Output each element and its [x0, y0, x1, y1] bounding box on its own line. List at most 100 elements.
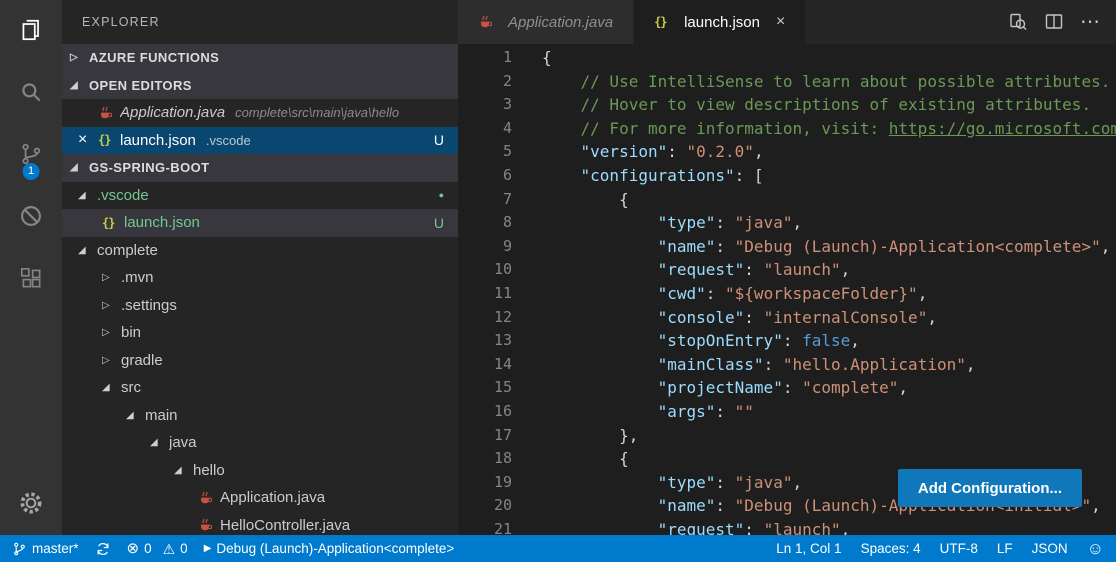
code-line-7[interactable]: 7 {	[458, 188, 1116, 212]
add-configuration-button[interactable]: Add Configuration...	[898, 469, 1082, 507]
cursor-position[interactable]: Ln 1, Col 1	[776, 541, 841, 556]
java-file-icon	[198, 518, 220, 532]
debug-launch-button[interactable]: ▶ Debug (Launch)-Application<complete>	[204, 541, 455, 556]
open-editor-launch-json[interactable]: ×{}launch.json.vscodeU	[62, 127, 458, 155]
open-editor-application-java[interactable]: Application.javacomplete\src\main\java\h…	[62, 99, 458, 127]
code-line-5[interactable]: 5 "version": "0.2.0",	[458, 140, 1116, 164]
code-line-18[interactable]: 18 {	[458, 447, 1116, 471]
settings-gear-icon[interactable]	[7, 481, 55, 525]
status-bar: master* ⊗ 0 ⚠ 0 ▶ Debug (Launch)-Applica…	[0, 535, 1116, 562]
chevron-collapsed-icon[interactable]: ▷	[102, 272, 121, 283]
tree-item-gradle[interactable]: ▷gradle	[62, 347, 458, 375]
search-icon[interactable]	[7, 70, 55, 114]
line-number: 7	[458, 188, 512, 212]
chevron-collapsed-icon[interactable]: ▷	[102, 300, 121, 311]
chevron-expanded-icon[interactable]: ◢	[174, 465, 193, 476]
sync-button[interactable]	[95, 541, 111, 557]
line-number: 4	[458, 117, 512, 141]
line-number: 16	[458, 400, 512, 424]
json-file-icon: {}	[98, 133, 120, 147]
code-text: "args": ""	[512, 400, 754, 424]
code-line-15[interactable]: 15 "projectName": "complete",	[458, 376, 1116, 400]
indentation-indicator[interactable]: Spaces: 4	[861, 541, 921, 556]
code-text: "projectName": "complete",	[512, 376, 908, 400]
tree-item-complete[interactable]: ◢complete	[62, 237, 458, 265]
tree-item-bin[interactable]: ▷bin	[62, 319, 458, 347]
item-label: main	[145, 407, 178, 424]
section-header-azure-functions[interactable]: ▷AZURE FUNCTIONS	[62, 44, 458, 72]
chevron-collapsed-icon[interactable]: ▷	[102, 327, 121, 338]
item-description: .vscode	[206, 133, 251, 148]
code-line-2[interactable]: 2 // Use IntelliSense to learn about pos…	[458, 70, 1116, 94]
encoding-indicator[interactable]: UTF-8	[940, 541, 978, 556]
open-changes-icon[interactable]	[1008, 12, 1028, 32]
section-header-open-editors[interactable]: ◢OPEN EDITORS	[62, 72, 458, 100]
close-editor-icon[interactable]: ×	[78, 132, 98, 148]
problems-indicator[interactable]: ⊗ 0 ⚠ 0	[127, 541, 188, 556]
code-line-3[interactable]: 3 // Hover to view descriptions of exist…	[458, 93, 1116, 117]
chevron-expanded-icon[interactable]: ◢	[150, 437, 169, 448]
code-line-12[interactable]: 12 "console": "internalConsole",	[458, 306, 1116, 330]
code-text: "request": "launch",	[512, 518, 850, 535]
code-line-8[interactable]: 8 "type": "java",	[458, 211, 1116, 235]
code-line-9[interactable]: 9 "name": "Debug (Launch)-Application<co…	[458, 235, 1116, 259]
code-line-17[interactable]: 17 },	[458, 424, 1116, 448]
item-label: Application.java	[120, 104, 225, 121]
tab-launch-json[interactable]: {} launch.json ×	[634, 0, 805, 44]
tree-item-mvn[interactable]: ▷.mvn	[62, 264, 458, 292]
section-header-gs-spring-boot[interactable]: ◢GS-SPRING-BOOT	[62, 154, 458, 182]
line-number: 9	[458, 235, 512, 259]
code-editor[interactable]: 1{2 // Use IntelliSense to learn about p…	[458, 44, 1116, 535]
split-editor-icon[interactable]	[1044, 12, 1064, 32]
java-file-icon	[98, 106, 120, 120]
play-icon: ▶	[204, 544, 212, 554]
language-mode[interactable]: JSON	[1032, 541, 1068, 556]
code-line-13[interactable]: 13 "stopOnEntry": false,	[458, 329, 1116, 353]
code-line-16[interactable]: 16 "args": ""	[458, 400, 1116, 424]
tree-item-settings[interactable]: ▷.settings	[62, 292, 458, 320]
close-tab-icon[interactable]: ×	[776, 13, 785, 31]
line-number: 20	[458, 494, 512, 518]
line-number: 18	[458, 447, 512, 471]
tree-item-src[interactable]: ◢src	[62, 374, 458, 402]
more-actions-icon[interactable]: ⋯	[1080, 12, 1100, 32]
line-number: 10	[458, 258, 512, 282]
code-line-14[interactable]: 14 "mainClass": "hello.Application",	[458, 353, 1116, 377]
tree-item-launch-json[interactable]: {}launch.jsonU	[62, 209, 458, 237]
tree-item-application-java[interactable]: Application.java	[62, 484, 458, 512]
tree-item-vscode[interactable]: ◢.vscode●	[62, 182, 458, 210]
code-line-11[interactable]: 11 "cwd": "${workspaceFolder}",	[458, 282, 1116, 306]
sidebar-title: EXPLORER	[62, 0, 458, 44]
status-left: master* ⊗ 0 ⚠ 0 ▶ Debug (Launch)-Applica…	[12, 541, 470, 557]
chevron-collapsed-icon[interactable]: ▷	[102, 355, 121, 366]
tab-label: launch.json	[684, 14, 760, 31]
tree-item-hellocontroller-java[interactable]: HelloController.java	[62, 512, 458, 536]
chevron-expanded-icon[interactable]: ◢	[78, 245, 97, 256]
chevron-expanded-icon[interactable]: ◢	[102, 382, 121, 393]
eol-indicator[interactable]: LF	[997, 541, 1013, 556]
git-status-badge: U	[434, 132, 444, 148]
code-line-6[interactable]: 6 "configurations": [	[458, 164, 1116, 188]
source-control-icon[interactable]: 1	[7, 132, 55, 176]
debug-icon[interactable]	[7, 194, 55, 238]
code-text: // Hover to view descriptions of existin…	[512, 93, 1091, 117]
chevron-expanded-icon[interactable]: ◢	[126, 410, 145, 421]
tree-item-main[interactable]: ◢main	[62, 402, 458, 430]
tree-item-java[interactable]: ◢java	[62, 429, 458, 457]
extensions-icon[interactable]	[7, 256, 55, 300]
feedback-smiley-icon[interactable]: ☺	[1087, 540, 1104, 557]
code-line-10[interactable]: 10 "request": "launch",	[458, 258, 1116, 282]
explorer-icon[interactable]	[7, 8, 55, 52]
tree-item-hello[interactable]: ◢hello	[62, 457, 458, 485]
chevron-expanded-icon[interactable]: ◢	[78, 190, 97, 201]
git-branch-indicator[interactable]: master*	[12, 541, 79, 557]
code-line-21[interactable]: 21 "request": "launch",	[458, 518, 1116, 535]
tab-application-java[interactable]: Application.java	[458, 0, 634, 44]
line-number: 17	[458, 424, 512, 448]
line-number: 8	[458, 211, 512, 235]
code-line-4[interactable]: 4 // For more information, visit: https:…	[458, 117, 1116, 141]
line-number: 13	[458, 329, 512, 353]
code-text: "version": "0.2.0",	[512, 140, 764, 164]
line-number: 5	[458, 140, 512, 164]
code-line-1[interactable]: 1{	[458, 46, 1116, 70]
